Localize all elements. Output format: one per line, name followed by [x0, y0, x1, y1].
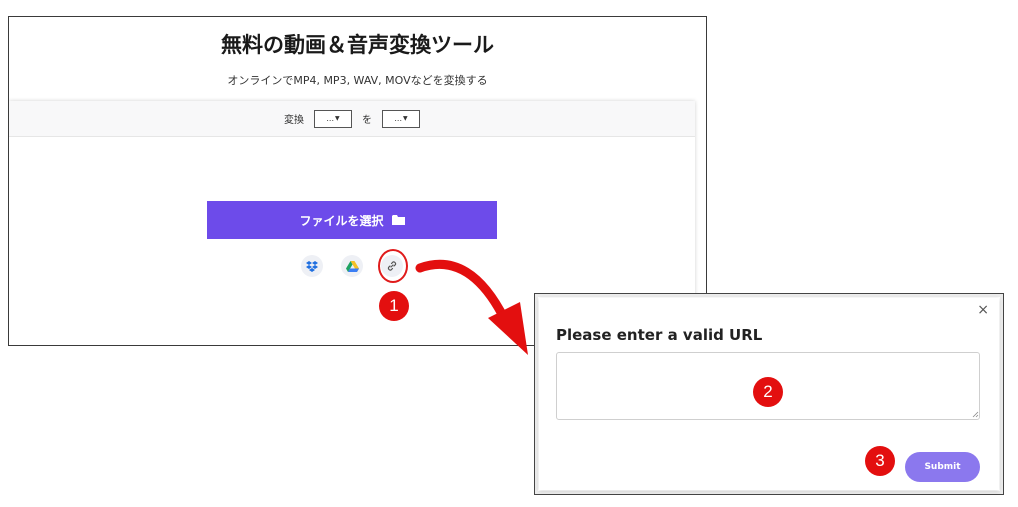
to-format-value: ... — [394, 114, 402, 123]
page-title: 無料の動画＆音声変換ツール — [221, 33, 494, 57]
google-drive-icon — [345, 260, 359, 272]
step-3-badge: 3 — [865, 446, 895, 476]
from-format-select[interactable]: ... ▼ — [314, 109, 352, 128]
step-1-badge: 1 — [379, 291, 409, 321]
dialog-title: Please enter a valid URL — [556, 326, 763, 344]
convert-label: 変換 — [284, 115, 304, 126]
submit-button[interactable]: Submit — [905, 452, 980, 482]
close-icon[interactable]: × — [977, 302, 989, 318]
upload-sources — [9, 255, 695, 281]
choose-file-label: ファイルを選択 — [299, 213, 384, 228]
dropbox-button[interactable] — [301, 255, 323, 277]
folder-icon — [391, 215, 405, 225]
from-format-value: ... — [326, 114, 334, 123]
dropbox-icon — [306, 260, 318, 272]
step-2-badge: 2 — [753, 377, 783, 407]
format-bar: 変換 ... ▼ を ... ▼ — [9, 101, 695, 137]
resize-handle-icon[interactable] — [971, 410, 979, 418]
caret-down-icon: ▼ — [403, 115, 408, 122]
caret-down-icon: ▼ — [335, 115, 340, 122]
google-drive-button[interactable] — [341, 255, 363, 277]
to-format-select[interactable]: ... ▼ — [382, 109, 420, 128]
highlight-ring — [378, 249, 408, 283]
to-label: を — [362, 115, 372, 126]
page-subtitle: オンラインでMP4, MP3, WAV, MOVなどを変換する — [227, 74, 488, 87]
choose-file-button[interactable]: ファイルを選択 — [207, 201, 497, 239]
